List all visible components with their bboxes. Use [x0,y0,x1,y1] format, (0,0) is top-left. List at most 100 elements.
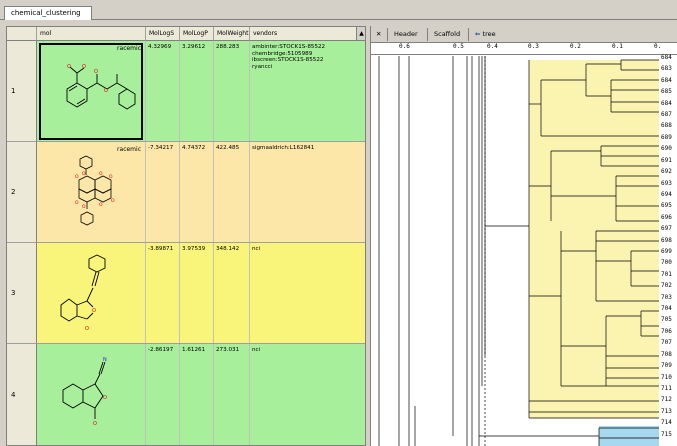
sort-arrow-icon[interactable]: ▲ [356,27,365,40]
row-number: 3 [11,289,16,297]
tab-chemical-clustering[interactable]: chemical_clustering [4,6,92,20]
row-header[interactable]: 2 [7,142,37,243]
stereo-tag: racemic [117,146,141,153]
tree-leaf-label[interactable]: 699 [661,248,672,255]
toolbar-separator [468,28,469,41]
scale-tick-label: 0.5 [453,43,464,50]
tree-leaf-label[interactable]: 698 [661,237,672,244]
tree-leaf-label[interactable]: 683 [661,65,672,72]
tree-leaf-label[interactable]: 694 [661,191,672,198]
tree-leaf-label[interactable]: 711 [661,385,672,392]
svg-text:O: O [99,171,103,177]
cluster-blue [599,426,659,446]
mollogp-cell[interactable]: 1.61261 [180,344,214,445]
tree-leaf-label[interactable]: 715 [661,431,672,438]
tree-leaf-label[interactable]: 691 [661,157,672,164]
vendor-entry: sigmaaldrich:L162841 [252,145,315,151]
dendrogram-canvas[interactable] [371,56,677,446]
tree-leaf-label[interactable]: 704 [661,305,672,312]
vendors-cell[interactable]: nci [250,344,365,445]
column-header-mollogp[interactable]: MolLogP [180,27,214,41]
tree-leaf-label[interactable]: 705 [661,316,672,323]
column-header-mollogs[interactable]: MolLogS [146,27,180,41]
tree-leaf-label[interactable]: 687 [661,111,672,118]
mollogp-cell[interactable]: 3.97539 [180,243,214,343]
tree-leaf-label[interactable]: 712 [661,396,672,403]
tree-leaf-label[interactable]: 713 [661,408,672,415]
tree-leaf-label[interactable]: 710 [661,374,672,381]
tree-leaf-label[interactable]: 708 [661,351,672,358]
toolbar-separator [387,28,388,41]
tree-leaf-label[interactable]: 714 [661,419,672,426]
mollogp-cell[interactable]: 3.29612 [180,41,214,141]
vendors-cell[interactable]: ambinter:STOCK1S-85522 chembridge:510598… [250,41,365,141]
table-row[interactable]: OO OO OO OO racemic -7.34217 4.74372 422… [37,142,365,243]
vendor-entry: nci [252,347,261,353]
vendors-cell[interactable]: nci [250,243,365,343]
tree-leaf-label[interactable]: 692 [661,168,672,175]
molweight-cell[interactable]: 288.283 [214,41,250,141]
svg-text:O: O [85,326,89,332]
table-row[interactable]: O O O O racemic 4.32969 3.29612 288.283 … [37,41,365,142]
tree-leaf-label[interactable]: 709 [661,362,672,369]
mollogs-cell[interactable]: -7.34217 [146,142,180,242]
molweight-cell[interactable]: 348.142 [214,243,250,343]
scaffold-button[interactable]: Scaffold [431,28,463,41]
mollogs-cell[interactable]: 4.32969 [146,41,180,141]
molecule-structure-cell[interactable]: O O O O racemic [37,41,146,141]
molweight-cell[interactable]: 422.485 [214,142,250,242]
vendors-cell[interactable]: sigmaaldrich:L162841 [250,142,365,242]
molecule-structure-cell[interactable]: OO [37,243,146,343]
column-header-vendors[interactable]: vendors ▲ [250,27,365,41]
vendor-entry: ibscreen:STOCK1S-85522 [252,57,324,64]
svg-text:O: O [82,204,86,210]
tree-leaf-label[interactable]: 689 [661,134,672,141]
mollogp-cell[interactable]: 4.74372 [180,142,214,242]
tree-leaf-label[interactable]: 696 [661,214,672,221]
tree-leaf-label[interactable]: 700 [661,259,672,266]
tree-leaf-label[interactable]: 697 [661,225,672,232]
molweight-cell[interactable]: 273.031 [214,344,250,445]
column-header-molweight[interactable]: MolWeight [214,27,250,41]
molecule-structure-cell[interactable]: N O O [37,344,146,445]
tree-leaf-label[interactable]: 707 [661,339,672,346]
tree-leaf-label[interactable]: 701 [661,271,672,278]
table-row[interactable]: OO -3.89871 3.97539 348.142 nci [37,243,365,344]
svg-text:O: O [93,421,97,427]
row-header[interactable]: 3 [7,243,37,344]
mollogs-cell[interactable]: -2.86197 [146,344,180,445]
column-header-mol[interactable]: mol [37,27,146,41]
scale-tick-label: 0.6 [399,43,410,50]
tree-leaf-label[interactable]: 684 [661,54,672,61]
row-number: 1 [11,87,16,95]
tree-leaf-label[interactable]: 690 [661,145,672,152]
svg-text:O: O [103,395,107,401]
tree-leaf-label[interactable]: 684 [661,100,672,107]
header-button[interactable]: Header [391,28,421,41]
tree-leaf-label[interactable]: 693 [661,180,672,187]
tree-leaf-label[interactable]: 706 [661,328,672,335]
dendrogram-pane: ✕ Header Scaffold ⇐ tree 0.6 0.5 0.4 0.3… [370,26,677,446]
svg-text:N: N [103,357,107,363]
tree-leaf-label[interactable]: 685 [661,88,672,95]
vendor-entry: ryancci [252,63,273,70]
tree-leaf-label[interactable]: 702 [661,282,672,289]
molecule-table: mol MolLogS MolLogP MolWeight vendors ▲ … [6,26,366,446]
tree-leaf-label[interactable]: 684 [661,77,672,84]
tree-leaf-label[interactable]: 688 [661,122,672,129]
toolbar-separator [427,28,428,41]
table-row[interactable]: N O O -2.86197 1.61261 273.031 nci [37,344,365,445]
tree-leaf-label[interactable]: 703 [661,294,672,301]
mollogs-cell[interactable]: -3.89871 [146,243,180,343]
svg-text:O: O [99,202,103,208]
tree-leaf-label[interactable]: 695 [661,202,672,209]
close-icon[interactable]: ✕ [373,28,384,41]
tree-button[interactable]: ⇐ tree [472,28,499,41]
svg-text:O: O [111,198,115,204]
row-header[interactable]: 1 [7,41,37,142]
tree-icon: ⇐ [475,30,481,38]
molecule-structure-cell[interactable]: OO OO OO OO racemic [37,142,146,242]
vendor-entry: nci [252,246,261,252]
row-header[interactable]: 4 [7,344,37,445]
vendors-header-label: vendors [253,30,278,37]
